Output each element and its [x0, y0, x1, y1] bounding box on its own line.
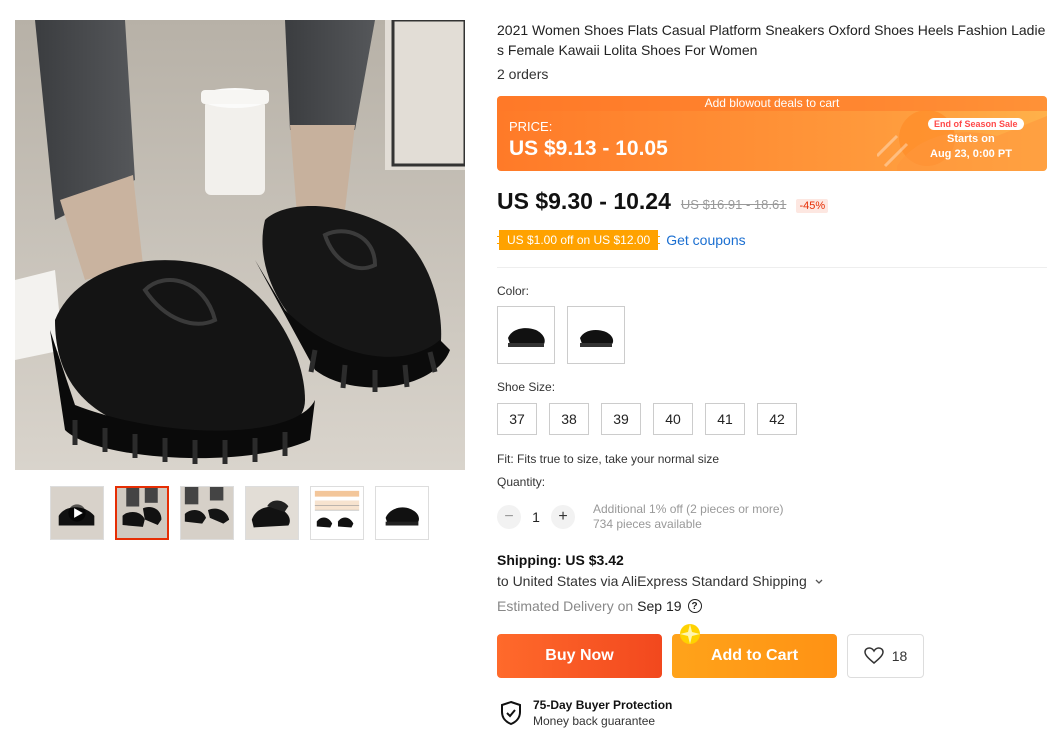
season-start-date: Aug 23, 0:00 PT: [930, 148, 1012, 160]
original-price: US $16.91 - 18.61: [680, 197, 787, 212]
deal-price-label: PRICE:: [509, 119, 553, 134]
thumbnail-size-chart[interactable]: [310, 486, 364, 540]
buy-now-button[interactable]: Buy Now: [497, 634, 662, 678]
product-title: 2021 Women Shoes Flats Casual Platform S…: [497, 22, 1046, 58]
orders-count: 2 orders: [497, 66, 549, 82]
coin-sparkle-icon: [680, 624, 700, 644]
shoe-swatch-icon: [580, 330, 614, 347]
shield-check-icon: [501, 700, 521, 726]
delivery-date: Sep 19: [637, 598, 682, 614]
coupon-row: US $1.00 off on US $12.00 Get coupons: [497, 230, 746, 250]
buyer-protection: 75-Day Buyer Protection Money back guara…: [499, 698, 672, 728]
add-to-cart-button[interactable]: Add to Cart: [672, 624, 837, 678]
estimated-delivery: Estimated Delivery on Sep 19 ?: [497, 598, 702, 614]
get-coupons-link[interactable]: Get coupons: [666, 232, 745, 248]
wishlist-button[interactable]: 18: [847, 634, 924, 678]
quantity-info: Additional 1% off (2 pieces or more) 734…: [593, 502, 784, 532]
chevron-down-icon: [815, 579, 823, 584]
quantity-stepper: − 1 + Additional 1% off (2 pieces or mor…: [497, 502, 784, 532]
bulk-discount-text: Additional 1% off (2 pieces or more): [593, 502, 784, 516]
thumbnail-2[interactable]: [115, 486, 169, 540]
shipping-method[interactable]: to United States via AliExpress Standard…: [497, 573, 824, 589]
stock-available: 734 pieces available: [593, 517, 702, 531]
main-product-image[interactable]: [15, 20, 465, 470]
shoe-swatch-icon: [508, 328, 545, 347]
quantity-label: Quantity:: [497, 475, 546, 489]
wishlist-count: 18: [891, 648, 908, 664]
size-option[interactable]: 37: [497, 403, 537, 435]
shipping-cost: Shipping: US $3.42: [497, 552, 624, 568]
color-swatch-2[interactable]: [567, 306, 625, 364]
size-option[interactable]: 38: [549, 403, 589, 435]
thumbnail-4[interactable]: [245, 486, 299, 540]
size-option[interactable]: 39: [601, 403, 641, 435]
deal-banner[interactable]: Add blowout deals to cart PRICE: US $9.1…: [497, 96, 1047, 171]
shipping-route: to United States via AliExpress Standard…: [497, 573, 807, 589]
protection-title: 75-Day Buyer Protection: [533, 698, 673, 712]
action-buttons: Buy Now Add to Cart 18: [497, 624, 924, 678]
coupon-tag[interactable]: US $1.00 off on US $12.00: [497, 230, 661, 250]
help-icon[interactable]: ?: [687, 599, 702, 613]
thumbnail-3[interactable]: [180, 486, 234, 540]
thumbnail-6[interactable]: [375, 486, 429, 540]
size-options: 37 38 39 40 41 42: [497, 403, 797, 435]
delivery-label: Estimated Delivery on: [497, 598, 634, 614]
shoe-photo: [15, 20, 465, 470]
quantity-decrease-button[interactable]: −: [497, 505, 521, 529]
discount-badge: -45%: [796, 199, 829, 213]
current-price: US $9.30 - 10.24: [497, 188, 671, 214]
size-option[interactable]: 40: [653, 403, 693, 435]
color-options: [497, 306, 625, 364]
season-starts-label: Starts on: [947, 133, 995, 145]
color-label: Color:: [497, 284, 530, 298]
size-option[interactable]: 41: [705, 403, 745, 435]
shoe-size-label: Shoe Size:: [497, 380, 556, 394]
price-row: US $9.30 - 10.24 US $16.91 - 18.61 -45%: [497, 188, 829, 215]
fit-note: Fit: Fits true to size, take your normal…: [497, 452, 720, 466]
quantity-value[interactable]: 1: [521, 509, 551, 525]
deal-price: US $9.13 - 10.05: [509, 137, 668, 160]
thumbnail-video[interactable]: [50, 486, 104, 540]
season-sale-badge: End of Season Sale: [928, 118, 1024, 130]
heart-icon: [863, 647, 884, 664]
product-info: 2021 Women Shoes Flats Casual Platform S…: [497, 20, 1049, 728]
color-swatch-1[interactable]: [497, 306, 555, 364]
add-to-cart-label: Add to Cart: [710, 647, 799, 664]
quantity-increase-button[interactable]: +: [551, 505, 575, 529]
protection-subtitle: Money back guarantee: [533, 714, 656, 728]
thumbnail-strip: [50, 486, 429, 540]
divider: [497, 267, 1047, 268]
size-option[interactable]: 42: [757, 403, 797, 435]
